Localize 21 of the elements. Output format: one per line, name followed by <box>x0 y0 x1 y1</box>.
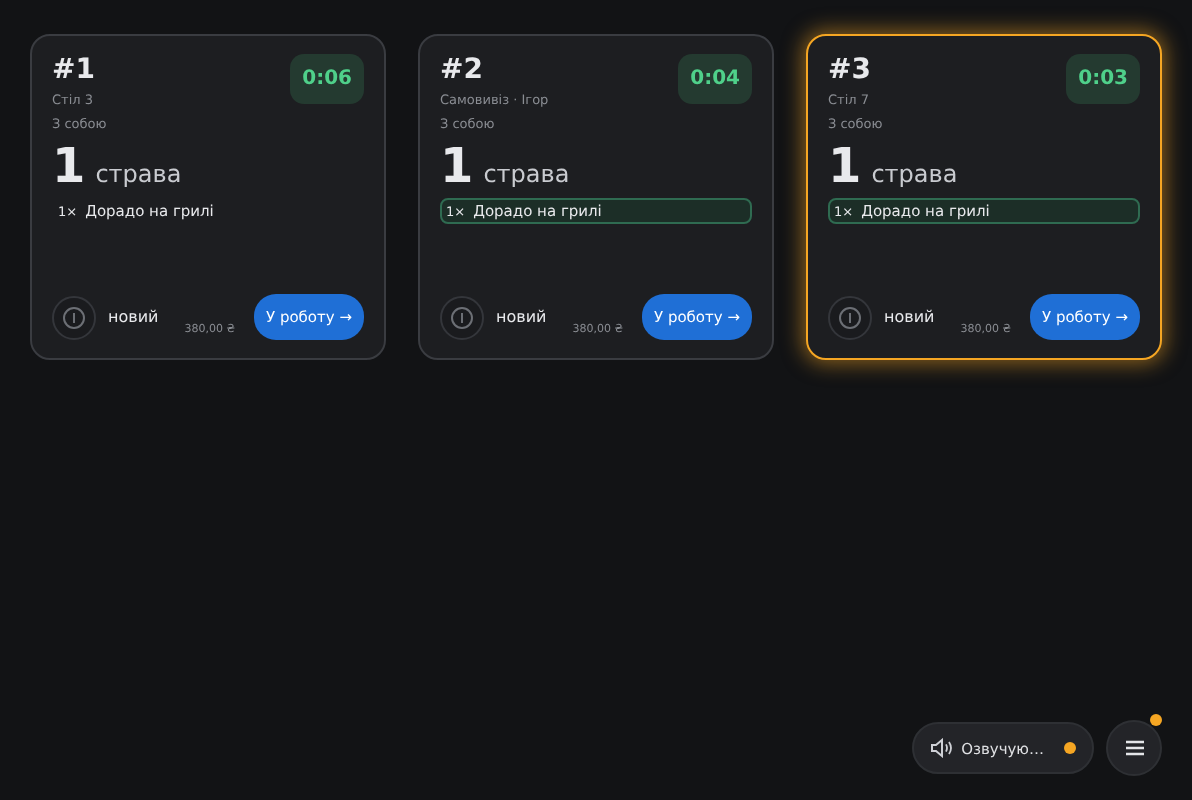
timer-badge: 0:06 <box>290 54 364 104</box>
dish-count: 1 <box>828 138 862 194</box>
dish-count: 1 <box>52 138 86 194</box>
info-icon[interactable] <box>440 295 484 339</box>
dish-unit: страва <box>871 160 958 188</box>
dish-unit: страва <box>95 160 182 188</box>
order-status: новий <box>496 308 547 326</box>
timer-badge: 0:04 <box>678 54 752 104</box>
info-icon[interactable] <box>828 295 872 339</box>
order-number: #3 <box>828 54 871 88</box>
timer-badge: 0:03 <box>1066 54 1140 104</box>
menu-icon <box>1125 740 1143 756</box>
order-number: #2 <box>440 54 485 88</box>
info-icon[interactable] <box>52 295 96 339</box>
order-status: новий <box>884 308 935 326</box>
order-status: новий <box>108 308 159 326</box>
order-number: #1 <box>52 54 95 88</box>
dish-unit: страва <box>483 160 570 188</box>
speaker-icon <box>929 738 952 758</box>
menu-button[interactable] <box>1106 720 1162 776</box>
dish-count: 1 <box>440 138 474 194</box>
